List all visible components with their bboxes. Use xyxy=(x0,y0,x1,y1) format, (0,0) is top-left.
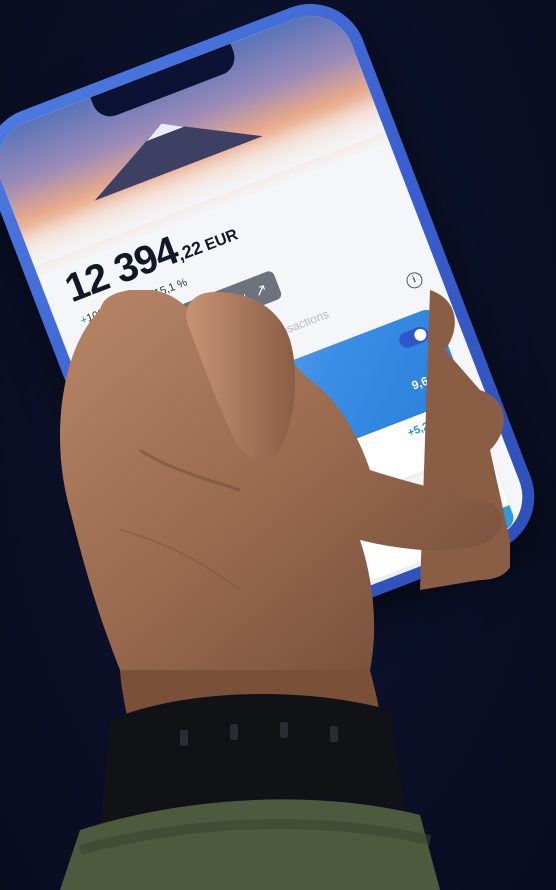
interest-rate-value: 9,64% xyxy=(409,367,447,393)
sleeve xyxy=(60,799,440,890)
withdraw-label: Withdraw xyxy=(192,288,249,323)
plus-icon: + xyxy=(149,317,167,341)
deposit-label: Deposit xyxy=(100,327,147,358)
watch-band xyxy=(100,693,405,830)
earn-card-title: E xyxy=(137,431,151,449)
earned-label: ou've earned xyxy=(174,509,239,544)
tab-transactions[interactable]: Transactions xyxy=(262,307,331,345)
goal-label: Set a goal xyxy=(206,596,257,626)
info-icon[interactable]: i xyxy=(404,270,425,291)
sleeve-shade xyxy=(78,819,432,855)
arrow-up-right-icon: ↗ xyxy=(252,280,270,301)
interest-rate-label: erest rate xyxy=(153,459,207,491)
balance-decimals: ,22 xyxy=(174,237,206,265)
wrist xyxy=(120,670,382,760)
tab-earnings[interactable]: Earnings xyxy=(201,338,250,368)
watch-band-holes xyxy=(180,722,338,746)
goal-toggle[interactable] xyxy=(454,473,489,500)
balance-currency: EUR xyxy=(202,226,241,255)
earn-toggle[interactable] xyxy=(396,324,431,351)
phone: 12 394,22EUR +1080,90 € ↗15,1 % Deposit … xyxy=(0,0,551,673)
